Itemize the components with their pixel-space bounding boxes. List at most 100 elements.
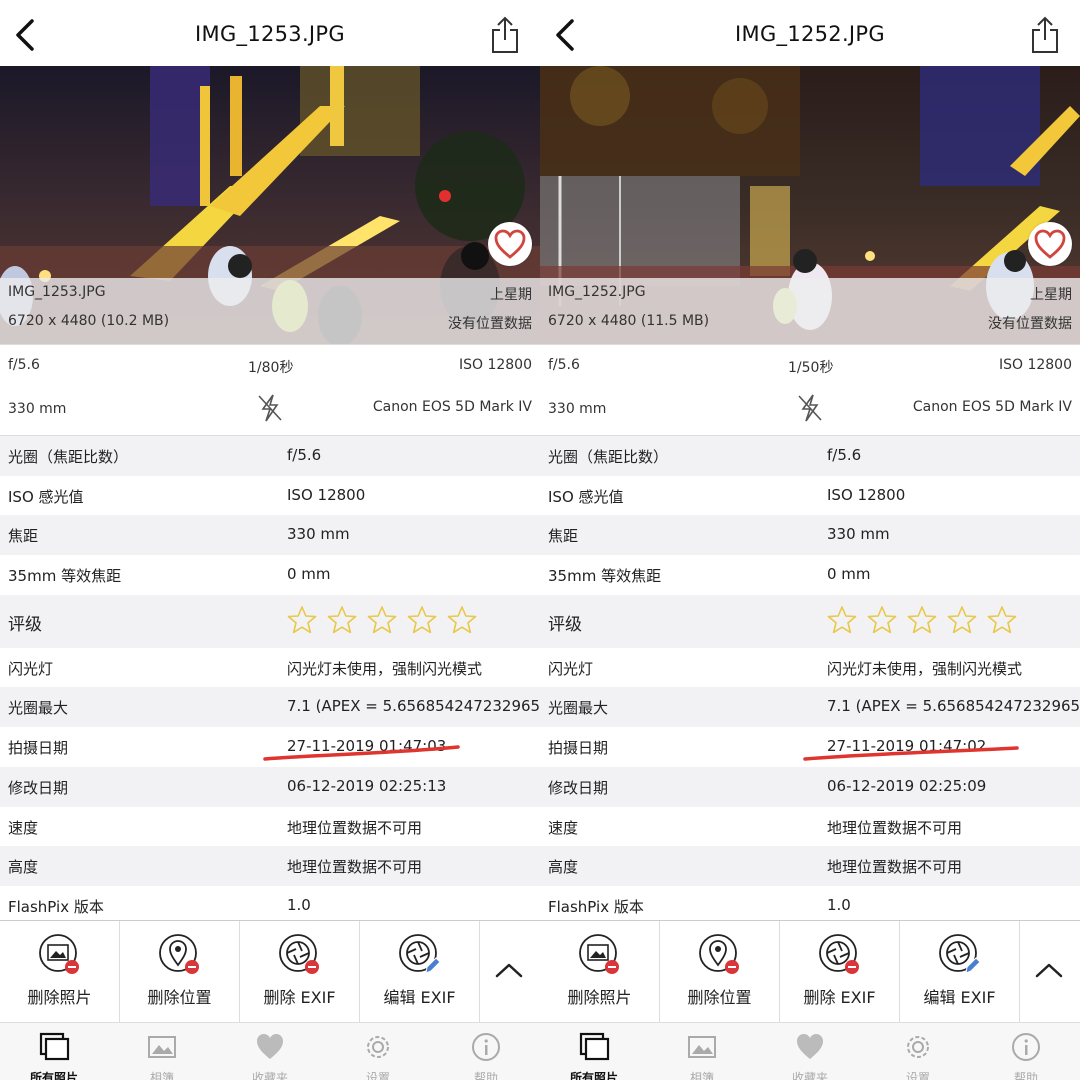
- row-label: 光圈最大: [8, 699, 69, 718]
- exif-row-rating: 评级: [0, 594, 540, 648]
- tab-help[interactable]: 帮助: [972, 1023, 1080, 1080]
- row-value: ISO 12800: [827, 485, 906, 504]
- chevron-up-icon: [495, 963, 523, 978]
- photo-info-panel-left: IMG_1253.JPG IMG_1253.JPG 6720 x 4480 (1…: [0, 0, 540, 1080]
- share-icon[interactable]: [490, 16, 520, 54]
- summary-iso: ISO 12800: [998, 357, 1072, 373]
- delete-photo-button[interactable]: 删除照片: [0, 921, 120, 1023]
- tab-favorites[interactable]: 收藏夹: [216, 1023, 324, 1080]
- tab-bar: 所有照片 相簿 收藏夹 设置 帮助: [540, 1022, 1080, 1080]
- tab-all-photos[interactable]: 所有照片: [540, 1023, 648, 1080]
- star-icon[interactable]: [367, 605, 397, 635]
- tool-label: 删除 EXIF: [803, 988, 876, 1007]
- star-icon[interactable]: [327, 605, 357, 635]
- exif-row-speed: 速度 地理位置数据不可用: [0, 806, 540, 847]
- tab-label: 相簿: [689, 1071, 714, 1080]
- exif-row-iso: ISO 感光值 ISO 12800: [540, 475, 1080, 516]
- expand-toolbar-button[interactable]: [1020, 921, 1080, 1023]
- tab-label: 所有照片: [569, 1071, 618, 1080]
- settings-icon: [367, 1036, 389, 1058]
- aperture-delete-icon: [279, 934, 319, 974]
- tab-settings[interactable]: 设置: [864, 1023, 972, 1080]
- row-label: 闪光灯: [548, 659, 594, 678]
- delete-location-button[interactable]: 删除位置: [120, 921, 240, 1023]
- star-icon[interactable]: [287, 605, 317, 635]
- row-value: 闪光灯未使用，强制闪光模式: [287, 659, 483, 678]
- row-label: 焦距: [548, 527, 579, 546]
- delete-exif-button[interactable]: 删除 EXIF: [240, 921, 360, 1023]
- edit-exif-button[interactable]: 编辑 EXIF: [360, 921, 480, 1023]
- delete-photo-button[interactable]: 删除照片: [540, 921, 660, 1023]
- tab-albums[interactable]: 相簿: [648, 1023, 756, 1080]
- exif-table: 光圈（焦距比数） f/5.6 ISO 感光值 ISO 12800 焦距 330 mm …: [0, 436, 540, 926]
- row-value: 06-12-2019 02:25:09: [827, 776, 987, 795]
- tab-label: 帮助: [473, 1071, 498, 1080]
- tab-settings[interactable]: 设置: [324, 1023, 432, 1080]
- tab-albums[interactable]: 相簿: [108, 1023, 216, 1080]
- tab-help[interactable]: 帮助: [432, 1023, 540, 1080]
- exif-row-max-aperture: 光圈最大 7.1 (APEX = 5.656854247232965): [540, 687, 1080, 728]
- row-value: 27-11-2019 01:47:02: [827, 737, 987, 756]
- tab-all-photos[interactable]: 所有照片: [0, 1023, 108, 1080]
- exif-row-flash: 闪光灯 闪光灯未使用，强制闪光模式: [0, 647, 540, 688]
- row-value: 7.1 (APEX = 5.656854247232965): [827, 697, 1080, 716]
- row-label: 35mm 等效焦距: [8, 567, 122, 586]
- row-label: ISO 感光值: [8, 487, 84, 506]
- aperture-edit-icon: [399, 934, 441, 974]
- tool-label: 删除 EXIF: [263, 988, 336, 1007]
- favorites-icon: [797, 1034, 823, 1059]
- aperture-delete-icon: [819, 934, 859, 974]
- tab-label: 收藏夹: [791, 1071, 828, 1080]
- exif-summary: f/5.6 1/50秒 ISO 12800 330 mm Canon EOS 5…: [540, 344, 1080, 436]
- location-delete-icon: [159, 934, 199, 974]
- summary-focal-length: 330 mm: [8, 401, 67, 417]
- star-icon[interactable]: [827, 605, 857, 635]
- tab-label: 所有照片: [29, 1071, 78, 1080]
- tool-label: 编辑 EXIF: [383, 988, 456, 1007]
- favorite-button[interactable]: [488, 222, 532, 266]
- overlay-dimensions: 6720 x 4480 (10.2 MB): [8, 313, 170, 329]
- heart-icon: [1034, 229, 1066, 259]
- row-label: 闪光灯: [8, 659, 54, 678]
- album-icon: [688, 1036, 716, 1058]
- row-value: ISO 12800: [287, 485, 366, 504]
- exif-row-altitude: 高度 地理位置数据不可用: [0, 846, 540, 886]
- exif-row-35mm-focal: 35mm 等效焦距 0 mm: [0, 555, 540, 595]
- exif-row-iso: ISO 感光值 ISO 12800: [0, 475, 540, 516]
- overlay-filename: IMG_1253.JPG: [8, 284, 106, 300]
- share-icon[interactable]: [1030, 16, 1060, 54]
- photo-preview[interactable]: IMG_1253.JPG 6720 x 4480 (10.2 MB) 上星期 没…: [0, 66, 540, 344]
- tab-favorites[interactable]: 收藏夹: [756, 1023, 864, 1080]
- star-icon[interactable]: [907, 605, 937, 635]
- row-value: 06-12-2019 02:25:13: [287, 776, 447, 795]
- exif-row-date-taken: 拍摄日期 27-11-2019 01:47:02: [540, 727, 1080, 767]
- exif-row-aperture: 光圈（焦距比数） f/5.6: [540, 436, 1080, 476]
- summary-shutter: 1/50秒: [788, 360, 834, 376]
- row-label: 评级: [8, 614, 42, 635]
- star-icon[interactable]: [987, 605, 1017, 635]
- photo-preview[interactable]: IMG_1252.JPG 6720 x 4480 (11.5 MB) 上星期 没…: [540, 66, 1080, 344]
- exif-row-speed: 速度 地理位置数据不可用: [540, 806, 1080, 847]
- help-icon: [1012, 1033, 1040, 1061]
- star-icon[interactable]: [447, 605, 477, 635]
- row-value: 地理位置数据不可用: [827, 818, 963, 837]
- delete-exif-button[interactable]: 删除 EXIF: [780, 921, 900, 1023]
- row-label: 35mm 等效焦距: [548, 567, 662, 586]
- star-icon[interactable]: [947, 605, 977, 635]
- favorite-button[interactable]: [1028, 222, 1072, 266]
- favorites-icon: [257, 1034, 283, 1059]
- summary-iso: ISO 12800: [458, 357, 532, 373]
- tab-label: 帮助: [1013, 1071, 1038, 1080]
- row-label: 高度: [8, 858, 39, 877]
- settings-icon: [907, 1036, 929, 1058]
- edit-exif-button[interactable]: 编辑 EXIF: [900, 921, 1020, 1023]
- expand-toolbar-button[interactable]: [480, 921, 540, 1023]
- exif-row-rating: 评级: [540, 594, 1080, 648]
- delete-location-button[interactable]: 删除位置: [660, 921, 780, 1023]
- row-label: 光圈（焦距比数）: [548, 448, 669, 466]
- star-icon[interactable]: [407, 605, 437, 635]
- star-icon[interactable]: [867, 605, 897, 635]
- row-label: FlashPix 版本: [8, 897, 104, 916]
- tool-label: 删除照片: [27, 988, 92, 1007]
- row-label: 速度: [548, 818, 579, 837]
